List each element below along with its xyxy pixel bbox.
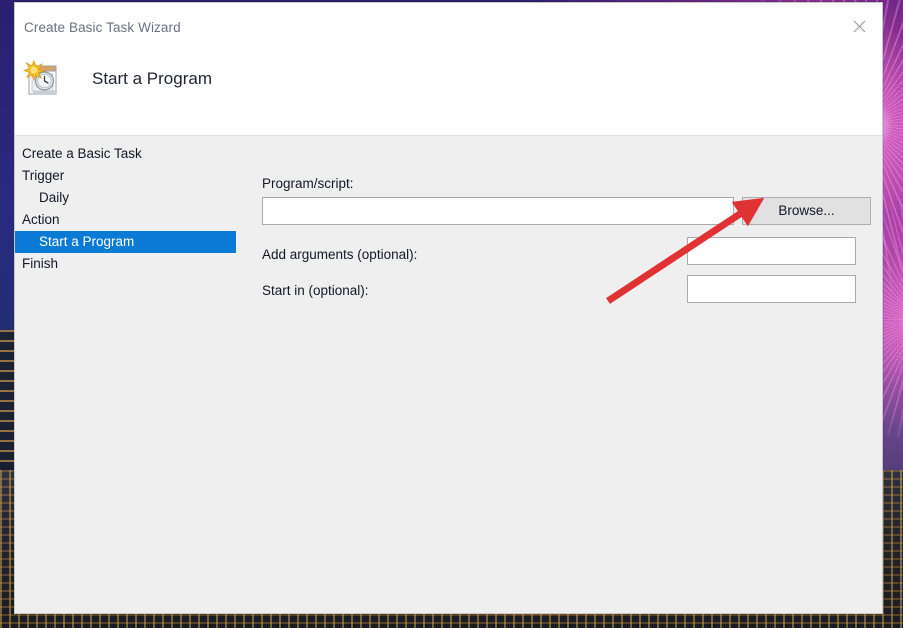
- header-divider: [15, 135, 882, 136]
- dialog-footer: < Back Next > Cancel: [15, 567, 882, 613]
- create-basic-task-wizard-dialog: Create Basic Task Wizard: [14, 2, 883, 614]
- close-icon[interactable]: [837, 3, 882, 49]
- scheduled-task-icon: [20, 57, 64, 101]
- dialog-header: Start a Program: [15, 49, 882, 109]
- browse-button[interactable]: Browse...: [742, 197, 871, 225]
- program-script-label: Program/script:: [262, 176, 354, 191]
- page-title: Start a Program: [92, 69, 212, 89]
- action-form: Program/script: Browse... Add arguments …: [15, 139, 882, 569]
- dialog-titlebar: Create Basic Task Wizard: [15, 3, 882, 135]
- start-in-input[interactable]: [687, 275, 856, 303]
- add-arguments-label: Add arguments (optional):: [262, 247, 417, 262]
- window-title: Create Basic Task Wizard: [24, 20, 181, 35]
- program-script-input[interactable]: [262, 197, 734, 225]
- start-in-label: Start in (optional):: [262, 283, 369, 298]
- add-arguments-input[interactable]: [687, 237, 856, 265]
